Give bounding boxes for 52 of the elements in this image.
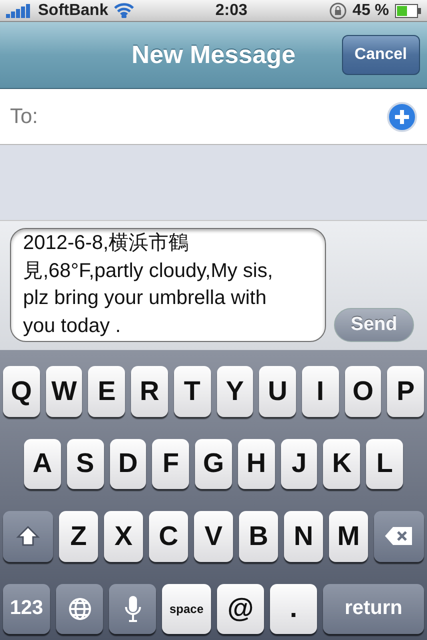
shift-key[interactable] [3,511,53,562]
add-contact-icon[interactable] [387,102,417,132]
return-key[interactable]: return [323,584,424,634]
globe-key[interactable] [56,584,103,634]
keyboard-key[interactable]: R [131,366,168,416]
keyboard-key[interactable]: O [344,366,382,416]
carrier-name: SoftBank [38,2,108,20]
battery-icon [395,4,422,18]
numbers-key[interactable]: 123 [3,584,50,634]
screen-title: New Message [132,40,296,70]
keyboard-key[interactable]: M [329,511,368,562]
delete-key[interactable] [374,511,424,562]
keyboard-key[interactable]: E [88,366,126,416]
keyboard-key[interactable]: N [284,511,323,562]
keyboard-key[interactable]: F [152,438,190,489]
keyboard-key[interactable]: U [259,366,296,416]
keyboard-key[interactable]: S [66,438,104,489]
rotation-lock-icon [328,2,347,20]
backspace-icon [384,526,414,546]
space-key[interactable]: space [162,584,211,634]
keyboard-key[interactable]: C [149,511,188,562]
keyboard-key[interactable]: P [387,366,424,416]
keyboard-key[interactable]: J [280,438,318,489]
keyboard-key[interactable]: I [302,366,339,416]
keyboard-key[interactable]: . [270,584,317,634]
keyboard-key[interactable]: D [110,438,146,489]
keyboard-key[interactable]: X [104,511,143,562]
keyboard-key[interactable]: W [46,366,82,416]
globe-icon [68,596,92,621]
cancel-button[interactable]: Cancel [342,35,420,75]
keyboard-key[interactable]: A [24,438,61,489]
microphone-icon [124,594,142,623]
recipient-field[interactable]: To: [0,89,427,145]
keyboard-key[interactable]: G [195,438,232,489]
keyboard-key[interactable]: @ [217,584,264,634]
keyboard-key[interactable]: B [239,511,278,562]
shift-icon [16,525,40,548]
keyboard-key[interactable]: Z [59,511,98,562]
battery-percent: 45 % [352,2,390,20]
wifi-icon [114,3,134,18]
to-label: To: [10,104,40,128]
keyboard-key[interactable]: V [194,511,233,562]
signal-icon [6,4,32,18]
keyboard-key[interactable]: K [323,438,360,489]
dictation-key[interactable] [109,584,156,634]
keyboard-key[interactable]: Y [216,366,254,416]
keyboard-key[interactable]: L [366,438,404,489]
keyboard-key[interactable]: H [238,438,275,489]
keyboard-key[interactable]: T [174,366,211,416]
keyboard-key[interactable]: Q [3,366,40,416]
clock-time: 2:03 [215,2,248,20]
message-input[interactable]: 2012-6-8,横浜市鶴見,68°F,partly cloudy,My sis, plz bring your umbrella with you today . [10,228,326,342]
